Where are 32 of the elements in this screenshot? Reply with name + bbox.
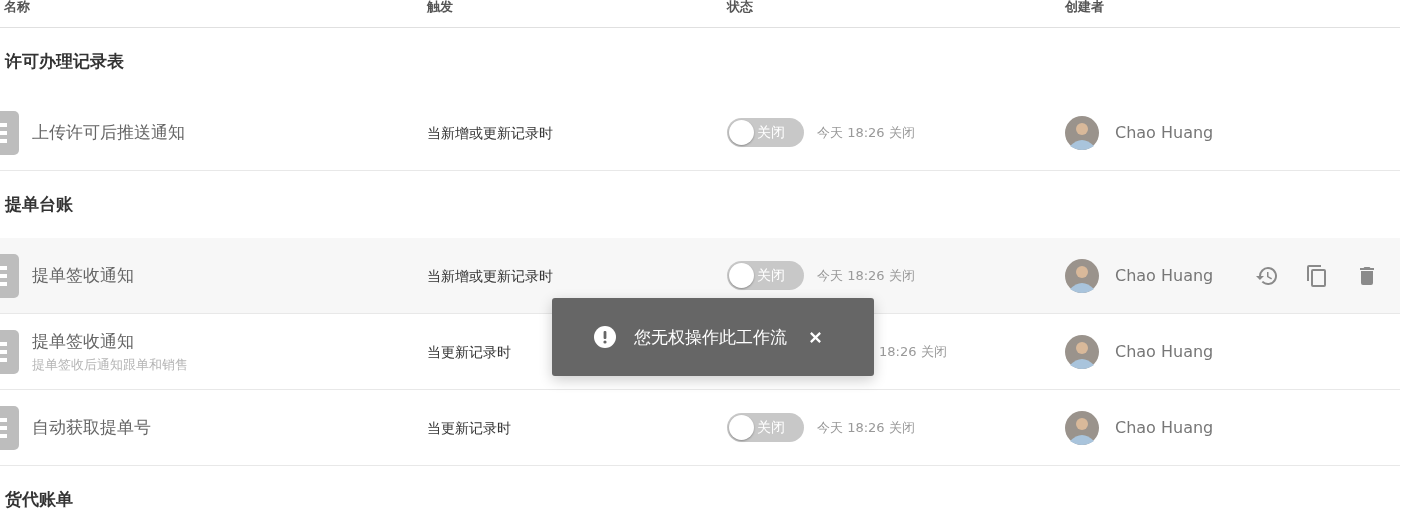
group-title: 提单台账 xyxy=(5,193,73,216)
group-title: 许可办理记录表 xyxy=(5,50,124,73)
alert-icon xyxy=(594,326,616,348)
trigger-text: 当新增或更新记录时 xyxy=(427,124,553,141)
avatar-icon xyxy=(1065,334,1099,369)
trigger-text: 当更新记录时 xyxy=(427,419,511,436)
group-title: 货代账单 xyxy=(5,488,73,510)
workflow-name[interactable]: 上传许可后推送通知 xyxy=(32,121,185,144)
trigger-text: 当更新记录时 xyxy=(427,343,511,360)
avatar-icon xyxy=(1065,258,1099,293)
column-header: 名称 xyxy=(3,0,31,14)
trigger-text: 当新增或更新记录时 xyxy=(427,267,553,284)
workflow-name[interactable]: 自动获取提单号 xyxy=(32,416,151,439)
status-time: 今天 18:26 关闭 xyxy=(817,266,915,285)
column-header: 触发 xyxy=(427,0,454,14)
status-time: 18:26 关闭 xyxy=(879,342,947,361)
workflow-name[interactable]: 提单签收通知 xyxy=(32,264,134,287)
status-time: 今天 18:26 关闭 xyxy=(817,418,915,437)
creator-name: Chao Huang xyxy=(1115,123,1214,142)
toast-message: 您无权操作此工作流 xyxy=(634,325,787,349)
avatar-icon xyxy=(1065,115,1099,150)
column-header: 状态 xyxy=(727,0,754,14)
status-time: 今天 18:26 关闭 xyxy=(817,123,915,142)
creator-name: Chao Huang xyxy=(1115,342,1214,361)
close-icon[interactable] xyxy=(809,330,822,344)
column-header: 创建者 xyxy=(1065,0,1105,14)
workflow-name[interactable]: 提单签收通知 xyxy=(32,329,188,353)
avatar-icon xyxy=(1065,410,1099,445)
creator-name: Chao Huang xyxy=(1115,418,1214,437)
workflow-description: 提单签收后通知跟单和销售 xyxy=(32,355,188,374)
copy-icon[interactable] xyxy=(1305,263,1329,288)
creator-name: Chao Huang xyxy=(1115,266,1214,285)
